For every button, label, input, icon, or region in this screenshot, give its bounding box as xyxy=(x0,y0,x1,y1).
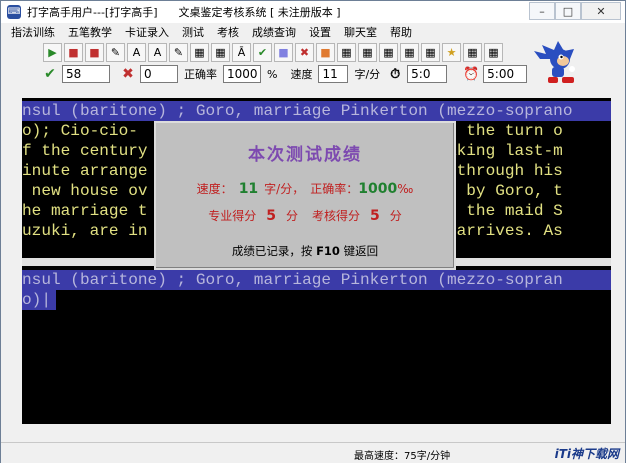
max-speed-text: 最高速度：75字/分钟 xyxy=(354,451,451,462)
menu-finger-training[interactable]: 指法训练 xyxy=(11,24,55,40)
typed-line-current: o)| xyxy=(22,290,56,310)
accuracy-label: 正确率 xyxy=(184,68,217,81)
cross-icon: ✖ xyxy=(122,66,134,82)
list-icon[interactable]: ▦ xyxy=(400,42,419,62)
music-icon[interactable]: ▦ xyxy=(463,42,482,62)
result-accuracy-unit: ‰ xyxy=(397,182,414,196)
color-icon[interactable]: ■ xyxy=(274,42,293,62)
pro-score-value: 5 xyxy=(266,208,276,224)
cross-icon[interactable]: ✖ xyxy=(295,42,314,62)
wrong-count: 0 xyxy=(140,65,178,83)
pro-score-label: 专业得分 xyxy=(208,209,257,223)
menu-wubi-teaching[interactable]: 五笔教学 xyxy=(68,24,112,40)
accuracy-value: 1000 xyxy=(223,65,261,83)
star-icon[interactable]: ★ xyxy=(442,42,461,62)
speed-label: 速度 xyxy=(290,68,313,81)
font-size-icon[interactable]: A xyxy=(148,42,167,62)
test-result-dialog: 本次测试成绩 速度： 11 字/分， 正确率： 1000 ‰ 专业得分 5 分 … xyxy=(154,121,456,270)
menu-help[interactable]: 帮助 xyxy=(390,24,412,40)
app-window: ⌨ 打字高手用户---[打字高手] 文桌鉴定考核系统 [ 未注册版本 ] – □… xyxy=(0,0,626,463)
sonic-mascot-image xyxy=(534,41,575,83)
stopwatch-icon: ⏱ xyxy=(390,66,401,82)
current-source-line: nsul (baritone) ; Goro, marriage Pinkert… xyxy=(22,101,611,121)
footer-key: F10 xyxy=(316,244,340,258)
dialog-footer: 成绩已记录，按 F10 键返回 xyxy=(156,243,454,259)
footer-text-post: 键返回 xyxy=(343,244,379,258)
edit-icon[interactable]: ✎ xyxy=(106,42,125,62)
correct-count: 58 xyxy=(62,65,110,83)
maximize-button[interactable]: □ xyxy=(555,2,581,20)
keyboard-icon[interactable]: ▦ xyxy=(358,42,377,62)
print-icon[interactable]: ✎ xyxy=(169,42,188,62)
footer-text-pre: 成绩已记录，按 xyxy=(231,244,313,258)
speed-accuracy-row: 速度： 11 字/分， 正确率： 1000 ‰ xyxy=(156,180,454,197)
exam-score-label: 考核得分 xyxy=(312,209,361,223)
grid-icon[interactable]: ▦ xyxy=(190,42,209,62)
color-orange-icon[interactable]: ■ xyxy=(316,42,335,62)
font-icon[interactable]: A xyxy=(127,42,146,62)
close-button[interactable]: ✕ xyxy=(581,2,621,20)
picture-icon[interactable]: ▦ xyxy=(421,42,440,62)
exam-score-value: 5 xyxy=(370,208,380,224)
watermark-logo: iTi神下载网 xyxy=(554,447,619,461)
percent-label: % xyxy=(267,67,278,81)
text-icon[interactable]: Ā xyxy=(232,42,251,62)
play-icon[interactable]: ▶ xyxy=(43,42,62,62)
result-speed-label: 速度： xyxy=(196,182,233,196)
speed-unit: 字/分 xyxy=(354,68,381,81)
stop-icon[interactable]: ■ xyxy=(64,42,83,62)
status-bar: 最高速度：75字/分钟 iTi神下载网 xyxy=(1,442,625,463)
book-icon[interactable]: ▦ xyxy=(379,42,398,62)
menu-score-query[interactable]: 成绩查询 xyxy=(252,24,296,40)
result-speed-unit: 字/分， xyxy=(264,182,305,196)
elapsed-time: 5:0 xyxy=(407,65,448,83)
window-title: 打字高手用户---[打字高手] 文桌鉴定考核系统 [ 未注册版本 ] xyxy=(27,6,341,19)
check-icon: ✔ xyxy=(44,66,56,82)
toolbar: ▶ ■ ■ ✎ A A ✎ ▦ ▦ Ā ✔ ■ ✖ ■ ▦ ▦ ▦ ▦ ▦ ★ … xyxy=(1,41,525,63)
minimize-button[interactable]: – xyxy=(529,2,555,20)
record-icon[interactable]: ■ xyxy=(85,42,104,62)
exam-score-unit: 分 xyxy=(389,209,402,223)
menu-exam[interactable]: 考核 xyxy=(217,24,239,40)
info-icon[interactable]: ▦ xyxy=(484,42,503,62)
alarm-clock-icon: ⏰ xyxy=(463,66,480,82)
film-icon[interactable]: ▦ xyxy=(211,42,230,62)
app-icon: ⌨ xyxy=(7,5,21,19)
title-bar: ⌨ 打字高手用户---[打字高手] 文桌鉴定考核系统 [ 未注册版本 ] – □… xyxy=(1,1,625,23)
speed-value: 11 xyxy=(318,65,349,83)
status-row: ✔ 58 ✖ 0 正确率 1000 % 速度 11 字/分 ⏱ 5:0 ⏰ 5:… xyxy=(41,63,528,85)
typed-line: nsul (baritone) ; Goro, marriage Pinkert… xyxy=(22,270,611,290)
menu-settings[interactable]: 设置 xyxy=(309,24,331,40)
result-accuracy-value: 1000 xyxy=(358,181,398,197)
score-row: 专业得分 5 分 考核得分 5 分 xyxy=(156,207,454,224)
time-limit: 5:00 xyxy=(483,65,528,83)
check-icon[interactable]: ✔ xyxy=(253,42,272,62)
dialog-title: 本次测试成绩 xyxy=(248,145,362,165)
result-speed-value: 11 xyxy=(238,181,259,197)
chart-icon[interactable]: ▦ xyxy=(337,42,356,62)
menu-chat-room[interactable]: 聊天室 xyxy=(344,24,377,40)
menu-test[interactable]: 测试 xyxy=(182,24,204,40)
pro-score-unit: 分 xyxy=(285,209,298,223)
menu-card-entry[interactable]: 卡证录入 xyxy=(125,24,169,40)
result-accuracy-label: 正确率： xyxy=(310,182,359,196)
